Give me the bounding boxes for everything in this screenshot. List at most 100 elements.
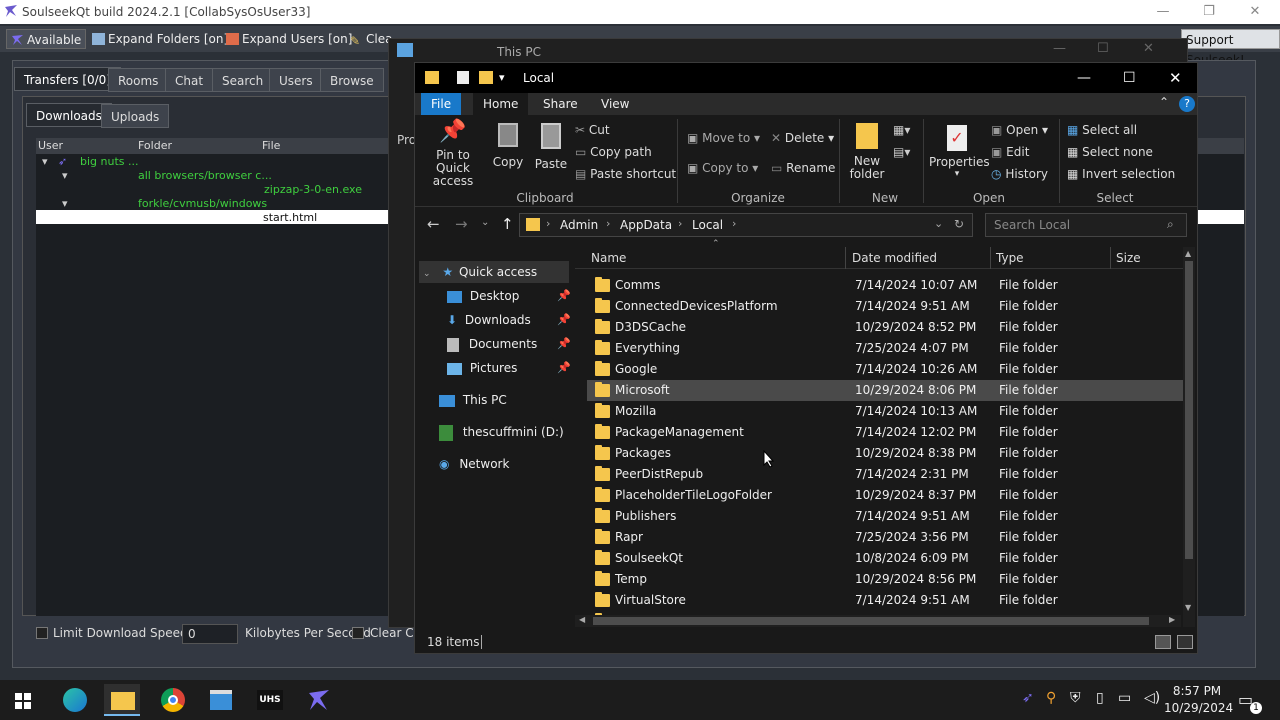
help-icon[interactable]: ? (1179, 96, 1195, 112)
start-button[interactable] (4, 684, 40, 716)
large-icons-view-icon[interactable] (1177, 635, 1193, 649)
tab-view[interactable]: View (591, 93, 639, 115)
expand-arrow-icon[interactable]: ▾ (42, 155, 48, 169)
nav-pictures[interactable]: Pictures (447, 357, 517, 379)
tray-volume-icon[interactable]: ◁) (1144, 690, 1160, 706)
file-row-d3dscache[interactable]: D3DSCache 10/29/2024 8:52 PM File folder (587, 317, 1183, 338)
new-folder-quick-icon[interactable] (479, 71, 493, 84)
column-type[interactable]: Type (996, 251, 1024, 265)
file-row-microsoft[interactable]: Microsoft 10/29/2024 8:06 PM File folder (587, 380, 1183, 401)
column-user[interactable]: User (38, 138, 63, 154)
hscrollbar-thumb[interactable] (593, 617, 1149, 625)
nav-network[interactable]: ◉ Network (439, 453, 509, 475)
close-button[interactable]: ✕ (1169, 63, 1182, 93)
tab-chat[interactable]: Chat (165, 68, 214, 92)
file-row-temp[interactable]: Temp 10/29/2024 8:56 PM File folder (587, 569, 1183, 590)
tab-transfers[interactable]: Transfers [0/0] (14, 67, 121, 91)
pin-quick-access-button[interactable]: 📌 Pin to Quick access (423, 119, 483, 188)
column-name[interactable]: Name (591, 251, 626, 265)
delete-button[interactable]: ✕ Delete ▾ (771, 131, 834, 145)
file-row-connecteddevicesplatform[interactable]: ConnectedDevicesPlatform 7/14/2024 9:51 A… (587, 296, 1183, 317)
speed-input[interactable]: 0 (182, 624, 238, 644)
collapse-ribbon-icon[interactable]: ⌃ (1159, 95, 1169, 109)
open-button[interactable]: ▣ Open ▾ (991, 123, 1048, 137)
forward-arrow-icon[interactable]: → (455, 215, 468, 233)
tray-soulseek-icon[interactable]: ➶ (1022, 690, 1034, 706)
cut-button[interactable]: ✂ Cut (575, 123, 610, 137)
select-all-button[interactable]: ▦ Select all (1067, 123, 1137, 137)
available-button[interactable]: Available (6, 29, 87, 49)
tab-search[interactable]: Search (212, 68, 274, 92)
scroll-up-icon[interactable]: ▲ (1185, 249, 1191, 258)
file-row-virtualstore[interactable]: VirtualStore 7/14/2024 9:51 AM File folder (587, 590, 1183, 611)
scroll-down-icon[interactable]: ▼ (1185, 603, 1191, 612)
column-folder[interactable]: Folder (138, 138, 172, 154)
folder-row[interactable]: forkle/cvmusb/windows (138, 197, 267, 211)
refresh-icon[interactable]: ↻ (954, 217, 964, 231)
store-taskbar-button[interactable] (202, 684, 238, 716)
file-row[interactable]: start.html (263, 211, 317, 225)
file-row-google[interactable]: Google 7/14/2024 10:26 AM File folder (587, 359, 1183, 380)
tab-users[interactable]: Users (269, 68, 323, 92)
easy-access-icon[interactable]: ▤▾ (893, 145, 910, 159)
select-none-button[interactable]: ▦ Select none (1067, 145, 1153, 159)
tab-share[interactable]: Share (533, 93, 588, 115)
pin-icon[interactable]: 📌 (557, 289, 571, 302)
file-row-mozilla[interactable]: Mozilla 7/14/2024 10:13 AM File folder (587, 401, 1183, 422)
tab-home[interactable]: Home (473, 93, 529, 115)
clock-date[interactable]: 10/29/2024 (1164, 701, 1233, 715)
scroll-left-icon[interactable]: ◀ (579, 615, 585, 624)
tray-shield-icon[interactable]: ⛨ (1070, 690, 1081, 706)
horizontal-scrollbar[interactable]: ◀ ▶ (575, 615, 1181, 627)
nav-quick-access[interactable]: ⌄ ★ Quick access (419, 261, 569, 283)
minimize-button[interactable]: — (1140, 0, 1186, 24)
chrome-taskbar-button[interactable] (154, 684, 190, 716)
breadcrumb-appdata[interactable]: AppData (620, 218, 672, 232)
history-button[interactable]: ◷ History (991, 167, 1048, 181)
file-explorer-taskbar-button[interactable] (104, 684, 140, 716)
tray-network-icon[interactable]: ▭ (1118, 690, 1131, 706)
expand-users-button[interactable]: Expand Users [on] (222, 29, 356, 49)
folder-row[interactable]: all browsers/browser c... (138, 169, 272, 183)
column-file[interactable]: File (262, 138, 280, 154)
tab-downloads[interactable]: Downloads (26, 103, 112, 127)
back-arrow-icon[interactable]: ← (427, 215, 440, 233)
scrollbar-thumb[interactable] (1185, 261, 1193, 559)
nav-downloads[interactable]: ⬇ Downloads (447, 309, 531, 331)
nav-documents[interactable]: Documents (447, 333, 537, 355)
user-row[interactable]: big nuts ... (80, 155, 139, 169)
address-bar[interactable]: › Admin › AppData › Local › ⌄ ↻ (519, 213, 973, 237)
pin-icon[interactable]: 📌 (557, 337, 571, 350)
customize-toolbar-icon[interactable]: ▾ (499, 63, 505, 93)
minimize-button[interactable]: — (1053, 41, 1066, 56)
nav-this-pc[interactable]: This PC (439, 389, 507, 411)
paste-button[interactable]: Paste (533, 119, 569, 171)
support-soulseek-button[interactable]: Support Soulseek! (1181, 29, 1280, 67)
rename-button[interactable]: ▭ Rename (771, 161, 835, 175)
edit-button[interactable]: ▣ Edit (991, 145, 1029, 159)
tab-browse[interactable]: Browse (320, 68, 384, 92)
recent-locations-icon[interactable]: ⌄ (481, 217, 489, 228)
new-folder-button[interactable]: New folder (847, 121, 887, 181)
file-row-packagemanagement[interactable]: PackageManagement 7/14/2024 12:02 PM File … (587, 422, 1183, 443)
tray-search-icon[interactable]: ⚲ (1046, 690, 1056, 706)
minimize-button[interactable]: — (1077, 63, 1091, 93)
column-date-modified[interactable]: Date modified (852, 251, 937, 265)
edge-taskbar-button[interactable] (56, 684, 92, 716)
properties-button[interactable]: ✓ Properties ▾ (929, 125, 990, 179)
copy-path-button[interactable]: ▭ Copy path (575, 145, 652, 159)
tab-uploads[interactable]: Uploads (101, 104, 170, 128)
details-view-icon[interactable] (1155, 635, 1171, 649)
maximize-button[interactable]: ☐ (1097, 41, 1109, 56)
nav-drive-d[interactable]: thescuffmini (D:) (439, 421, 564, 443)
column-size[interactable]: Size (1116, 251, 1141, 265)
maximize-button[interactable]: ☐ (1123, 63, 1136, 93)
uhs-taskbar-button[interactable]: UHS (252, 684, 288, 716)
file-row-placeholdertilelogofolder[interactable]: PlaceholderTileLogoFolder 10/29/2024 8:37… (587, 485, 1183, 506)
move-to-button[interactable]: ▣ Move to ▾ (687, 131, 760, 145)
file-row-comms[interactable]: Comms 7/14/2024 10:07 AM File folder (587, 275, 1183, 296)
close-button[interactable]: ✕ (1232, 0, 1278, 24)
up-arrow-icon[interactable]: ↑ (501, 215, 514, 233)
search-input[interactable]: Search Local (985, 213, 1187, 237)
copy-to-button[interactable]: ▣ Copy to ▾ (687, 161, 758, 175)
